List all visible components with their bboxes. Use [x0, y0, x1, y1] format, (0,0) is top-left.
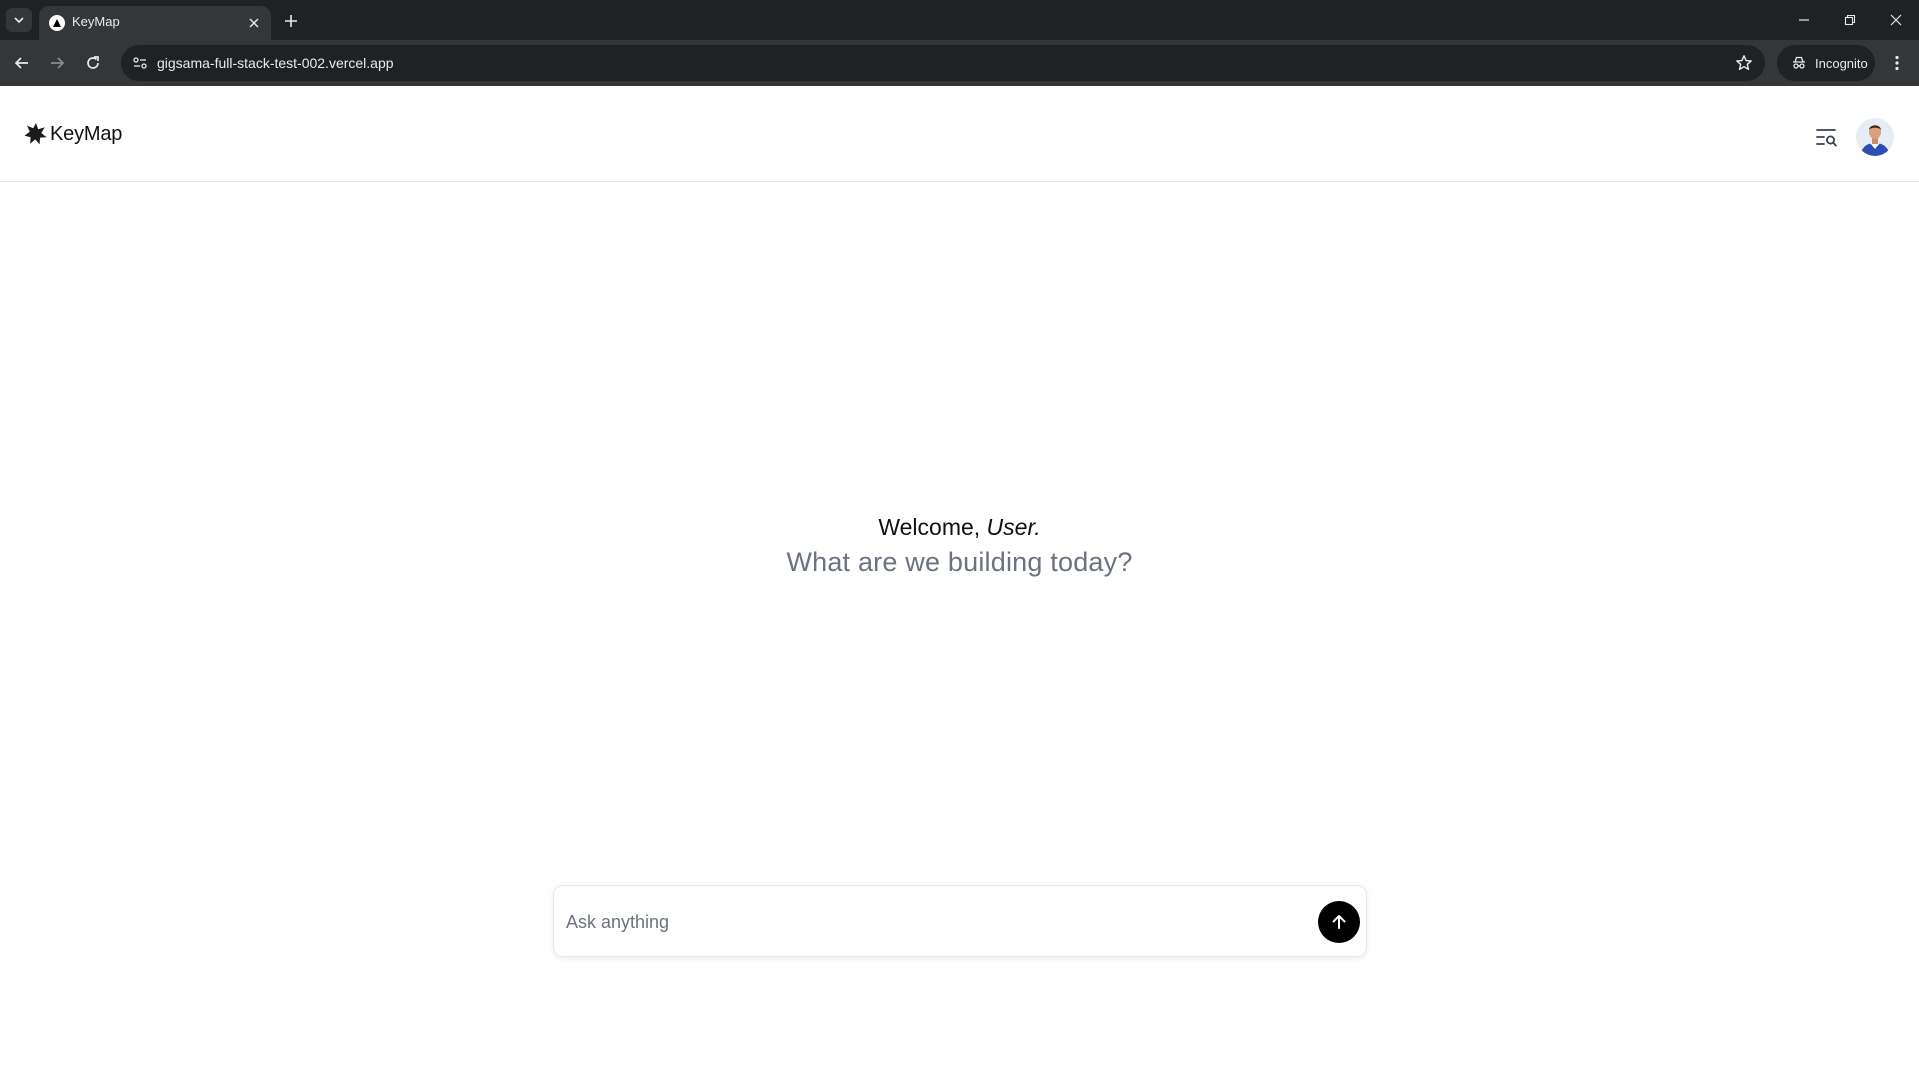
browser-menu-button[interactable] — [1882, 48, 1912, 78]
tab-close-icon[interactable] — [245, 14, 263, 32]
welcome-section: Welcome, User. What are we building toda… — [0, 514, 1919, 578]
list-search-icon — [1816, 129, 1837, 147]
reload-icon — [87, 56, 99, 69]
logo-text: KeyMap — [50, 122, 123, 145]
incognito-indicator[interactable]: Incognito — [1777, 45, 1875, 81]
minimize-button[interactable] — [1781, 0, 1827, 40]
bookmark-star-icon[interactable] — [1733, 52, 1755, 74]
arrow-right-icon — [51, 57, 65, 69]
tab-search-button[interactable] — [6, 8, 32, 32]
app-page: KeyMap Welcome, User. What are we buildi… — [0, 86, 1919, 1078]
send-button[interactable] — [1318, 901, 1360, 943]
site-info-icon[interactable] — [127, 50, 153, 76]
welcome-user-name: User. — [986, 514, 1041, 540]
new-tab-button[interactable] — [278, 9, 304, 33]
tab-title: KeyMap — [72, 14, 120, 29]
user-avatar[interactable] — [1856, 118, 1894, 156]
close-icon — [1890, 14, 1902, 26]
minimize-icon — [1799, 19, 1809, 21]
incognito-icon — [1793, 56, 1805, 69]
restore-button[interactable] — [1827, 0, 1873, 40]
more-vertical-icon — [1895, 55, 1899, 71]
url-text[interactable]: gigsama-full-stack-test-002.vercel.app — [157, 55, 394, 71]
browser-toolbar: gigsama-full-stack-test-002.vercel.app I… — [0, 40, 1919, 86]
incognito-label: Incognito — [1815, 55, 1868, 71]
prompt-input[interactable] — [566, 904, 1286, 940]
chevron-down-icon — [14, 17, 24, 24]
back-button[interactable] — [7, 48, 37, 78]
address-bar[interactable]: gigsama-full-stack-test-002.vercel.app — [121, 45, 1765, 81]
browser-tabstrip: KeyMap — [0, 0, 1919, 40]
app-logo[interactable]: KeyMap — [24, 122, 122, 146]
restore-icon — [1844, 14, 1856, 26]
welcome-subtitle: What are we building today? — [786, 547, 1133, 577]
close-window-button[interactable] — [1873, 0, 1919, 40]
user-avatar-image — [1856, 118, 1894, 156]
browser-tab-active[interactable]: KeyMap — [39, 6, 271, 40]
forward-button[interactable] — [42, 48, 72, 78]
favicon-icon — [49, 15, 65, 31]
prompt-composer — [553, 885, 1367, 957]
arrow-left-icon — [14, 57, 28, 69]
arrow-up-icon — [1332, 915, 1346, 929]
search-history-button[interactable] — [1812, 122, 1842, 152]
welcome-greeting: Welcome, — [878, 514, 981, 540]
welcome-heading: Welcome, User. — [0, 514, 1919, 541]
reload-button[interactable] — [78, 48, 108, 78]
app-header: KeyMap — [0, 86, 1919, 182]
logo-star-icon — [24, 123, 47, 145]
plus-icon — [285, 15, 297, 27]
